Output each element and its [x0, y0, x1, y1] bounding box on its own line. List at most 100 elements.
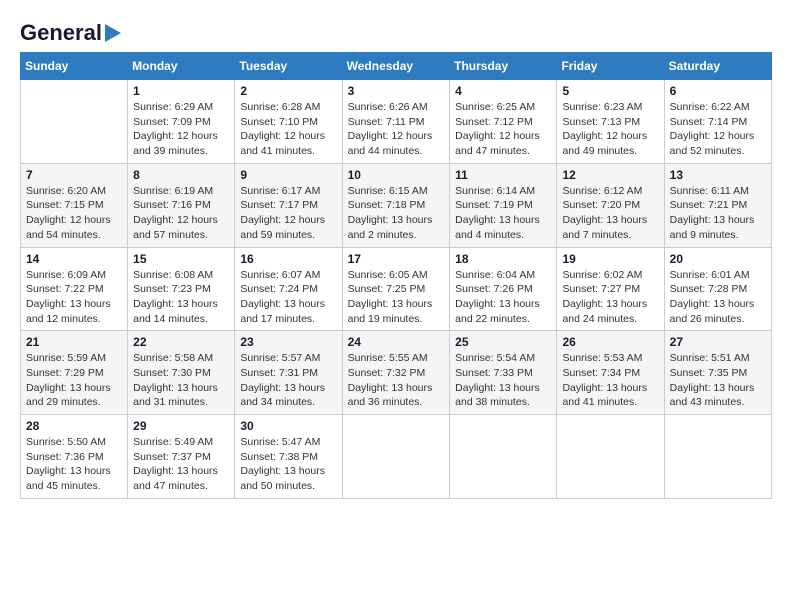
calendar-day-cell	[664, 415, 771, 499]
calendar-day-cell: 24Sunrise: 5:55 AMSunset: 7:32 PMDayligh…	[342, 331, 450, 415]
day-info: Sunrise: 5:50 AMSunset: 7:36 PMDaylight:…	[26, 435, 122, 494]
day-number: 27	[670, 335, 766, 349]
day-number: 8	[133, 168, 229, 182]
calendar-week-row: 1 Sunrise: 6:29 AMSunset: 7:09 PMDaylight…	[21, 80, 772, 164]
day-info: Sunrise: 6:01 AMSunset: 7:28 PMDaylight:…	[670, 268, 766, 327]
day-info: Sunrise: 6:19 AMSunset: 7:16 PMDaylight:…	[133, 184, 229, 243]
calendar-week-row: 14Sunrise: 6:09 AMSunset: 7:22 PMDayligh…	[21, 247, 772, 331]
day-info: Sunrise: 6:04 AMSunset: 7:26 PMDaylight:…	[455, 268, 551, 327]
day-number: 28	[26, 419, 122, 433]
weekday-header: Monday	[128, 53, 235, 80]
day-number: 9	[240, 168, 336, 182]
day-info: Sunrise: 5:51 AMSunset: 7:35 PMDaylight:…	[670, 351, 766, 410]
calendar-day-cell: 14Sunrise: 6:09 AMSunset: 7:22 PMDayligh…	[21, 247, 128, 331]
calendar-day-cell: 9 Sunrise: 6:17 AMSunset: 7:17 PMDaylight…	[235, 163, 342, 247]
calendar-day-cell: 25Sunrise: 5:54 AMSunset: 7:33 PMDayligh…	[450, 331, 557, 415]
calendar-day-cell: 8 Sunrise: 6:19 AMSunset: 7:16 PMDaylight…	[128, 163, 235, 247]
day-info: Sunrise: 6:28 AMSunset: 7:10 PMDaylight:…	[240, 100, 336, 159]
day-info: Sunrise: 6:15 AMSunset: 7:18 PMDaylight:…	[348, 184, 445, 243]
calendar-day-cell: 11 Sunrise: 6:14 AMSunset: 7:19 PMDayligh…	[450, 163, 557, 247]
calendar-day-cell: 17 Sunrise: 6:05 AMSunset: 7:25 PMDayligh…	[342, 247, 450, 331]
day-number: 15	[133, 252, 229, 266]
calendar-day-cell: 19 Sunrise: 6:02 AMSunset: 7:27 PMDayligh…	[557, 247, 664, 331]
calendar-day-cell: 20 Sunrise: 6:01 AMSunset: 7:28 PMDayligh…	[664, 247, 771, 331]
calendar-week-row: 7Sunrise: 6:20 AMSunset: 7:15 PMDaylight…	[21, 163, 772, 247]
calendar-day-cell: 27 Sunrise: 5:51 AMSunset: 7:35 PMDayligh…	[664, 331, 771, 415]
calendar-day-cell: 30 Sunrise: 5:47 AMSunset: 7:38 PMDayligh…	[235, 415, 342, 499]
calendar-day-cell	[450, 415, 557, 499]
calendar-header-row: SundayMondayTuesdayWednesdayThursdayFrid…	[21, 53, 772, 80]
day-number: 21	[26, 335, 122, 349]
day-info: Sunrise: 6:02 AMSunset: 7:27 PMDaylight:…	[562, 268, 658, 327]
logo: General	[20, 20, 121, 42]
logo-general: General	[20, 20, 102, 46]
calendar-day-cell: 26Sunrise: 5:53 AMSunset: 7:34 PMDayligh…	[557, 331, 664, 415]
day-number: 16	[240, 252, 336, 266]
calendar-day-cell: 16 Sunrise: 6:07 AMSunset: 7:24 PMDayligh…	[235, 247, 342, 331]
calendar-table: SundayMondayTuesdayWednesdayThursdayFrid…	[20, 52, 772, 499]
day-info: Sunrise: 6:23 AMSunset: 7:13 PMDaylight:…	[562, 100, 658, 159]
day-info: Sunrise: 6:29 AMSunset: 7:09 PMDaylight:…	[133, 100, 229, 159]
calendar-day-cell: 3Sunrise: 6:26 AMSunset: 7:11 PMDaylight…	[342, 80, 450, 164]
weekday-header: Sunday	[21, 53, 128, 80]
day-number: 23	[240, 335, 336, 349]
day-number: 12	[562, 168, 658, 182]
day-number: 14	[26, 252, 122, 266]
calendar-day-cell: 21 Sunrise: 5:59 AMSunset: 7:29 PMDayligh…	[21, 331, 128, 415]
day-info: Sunrise: 6:14 AMSunset: 7:19 PMDaylight:…	[455, 184, 551, 243]
day-info: Sunrise: 6:25 AMSunset: 7:12 PMDaylight:…	[455, 100, 551, 159]
calendar-day-cell	[21, 80, 128, 164]
calendar-day-cell: 2 Sunrise: 6:28 AMSunset: 7:10 PMDaylight…	[235, 80, 342, 164]
calendar-day-cell: 28 Sunrise: 5:50 AMSunset: 7:36 PMDayligh…	[21, 415, 128, 499]
logo-arrow-icon	[105, 24, 121, 42]
day-number: 1	[133, 84, 229, 98]
day-info: Sunrise: 6:26 AMSunset: 7:11 PMDaylight:…	[348, 100, 445, 159]
day-number: 17	[348, 252, 445, 266]
day-info: Sunrise: 6:17 AMSunset: 7:17 PMDaylight:…	[240, 184, 336, 243]
weekday-header: Friday	[557, 53, 664, 80]
calendar-week-row: 28 Sunrise: 5:50 AMSunset: 7:36 PMDayligh…	[21, 415, 772, 499]
calendar-day-cell: 18 Sunrise: 6:04 AMSunset: 7:26 PMDayligh…	[450, 247, 557, 331]
day-info: Sunrise: 6:07 AMSunset: 7:24 PMDaylight:…	[240, 268, 336, 327]
day-info: Sunrise: 6:22 AMSunset: 7:14 PMDaylight:…	[670, 100, 766, 159]
day-number: 20	[670, 252, 766, 266]
day-number: 30	[240, 419, 336, 433]
day-info: Sunrise: 6:05 AMSunset: 7:25 PMDaylight:…	[348, 268, 445, 327]
calendar-week-row: 21 Sunrise: 5:59 AMSunset: 7:29 PMDayligh…	[21, 331, 772, 415]
day-number: 22	[133, 335, 229, 349]
calendar-day-cell: 22 Sunrise: 5:58 AMSunset: 7:30 PMDayligh…	[128, 331, 235, 415]
day-number: 5	[562, 84, 658, 98]
day-number: 29	[133, 419, 229, 433]
calendar-day-cell: 29Sunrise: 5:49 AMSunset: 7:37 PMDayligh…	[128, 415, 235, 499]
calendar-day-cell	[557, 415, 664, 499]
calendar-day-cell: 23 Sunrise: 5:57 AMSunset: 7:31 PMDayligh…	[235, 331, 342, 415]
day-info: Sunrise: 6:12 AMSunset: 7:20 PMDaylight:…	[562, 184, 658, 243]
day-number: 7	[26, 168, 122, 182]
calendar-day-cell	[342, 415, 450, 499]
day-info: Sunrise: 5:53 AMSunset: 7:34 PMDaylight:…	[562, 351, 658, 410]
day-number: 4	[455, 84, 551, 98]
calendar-day-cell: 13 Sunrise: 6:11 AMSunset: 7:21 PMDayligh…	[664, 163, 771, 247]
day-number: 13	[670, 168, 766, 182]
calendar-day-cell: 4 Sunrise: 6:25 AMSunset: 7:12 PMDaylight…	[450, 80, 557, 164]
weekday-header: Wednesday	[342, 53, 450, 80]
day-number: 18	[455, 252, 551, 266]
day-info: Sunrise: 5:59 AMSunset: 7:29 PMDaylight:…	[26, 351, 122, 410]
calendar-day-cell: 7Sunrise: 6:20 AMSunset: 7:15 PMDaylight…	[21, 163, 128, 247]
day-number: 11	[455, 168, 551, 182]
calendar-day-cell: 15 Sunrise: 6:08 AMSunset: 7:23 PMDayligh…	[128, 247, 235, 331]
day-number: 25	[455, 335, 551, 349]
calendar-day-cell: 1 Sunrise: 6:29 AMSunset: 7:09 PMDaylight…	[128, 80, 235, 164]
day-number: 10	[348, 168, 445, 182]
calendar-day-cell: 5 Sunrise: 6:23 AMSunset: 7:13 PMDaylight…	[557, 80, 664, 164]
day-info: Sunrise: 5:47 AMSunset: 7:38 PMDaylight:…	[240, 435, 336, 494]
calendar-day-cell: 6Sunrise: 6:22 AMSunset: 7:14 PMDaylight…	[664, 80, 771, 164]
day-info: Sunrise: 6:11 AMSunset: 7:21 PMDaylight:…	[670, 184, 766, 243]
day-number: 19	[562, 252, 658, 266]
day-info: Sunrise: 5:58 AMSunset: 7:30 PMDaylight:…	[133, 351, 229, 410]
day-info: Sunrise: 6:08 AMSunset: 7:23 PMDaylight:…	[133, 268, 229, 327]
weekday-header: Saturday	[664, 53, 771, 80]
day-info: Sunrise: 5:57 AMSunset: 7:31 PMDaylight:…	[240, 351, 336, 410]
calendar-day-cell: 10 Sunrise: 6:15 AMSunset: 7:18 PMDayligh…	[342, 163, 450, 247]
day-number: 2	[240, 84, 336, 98]
